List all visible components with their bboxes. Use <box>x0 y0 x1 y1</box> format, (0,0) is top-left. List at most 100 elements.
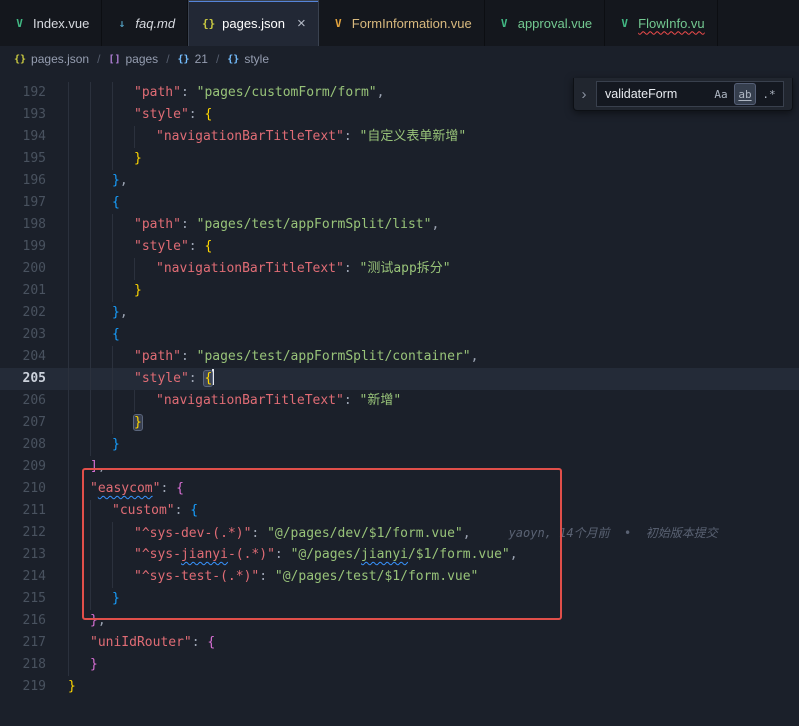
code-line-201[interactable]: 201} <box>0 280 799 302</box>
code-line-196[interactable]: 196}, <box>0 170 799 192</box>
code-line-211[interactable]: 211"custom": { <box>0 500 799 522</box>
line-content: "path": "pages/customForm/form", <box>68 82 384 104</box>
code-line-215[interactable]: 215} <box>0 588 799 610</box>
editor[interactable]: 192"path": "pages/customForm/form",193"s… <box>0 72 799 726</box>
vscode-window: VIndex.vue↓faq.md{}pages.json×VFormInfor… <box>0 0 799 726</box>
close-icon[interactable]: × <box>297 16 306 31</box>
code-line-216[interactable]: 216}, <box>0 610 799 632</box>
code-line-207[interactable]: 207} <box>0 412 799 434</box>
code-line-213[interactable]: 213"^sys-jianyi-(.*)": "@/pages/jianyi/$… <box>0 544 799 566</box>
tab-pages-json[interactable]: {}pages.json× <box>188 0 319 46</box>
line-content: { <box>68 324 120 346</box>
regex-button[interactable]: .* <box>759 84 779 104</box>
line-number: 194 <box>0 126 46 148</box>
match-case-button[interactable]: Aa <box>711 84 731 104</box>
line-number: 208 <box>0 434 46 456</box>
code-line-200[interactable]: 200 "navigationBarTitleText": "测试app拆分" <box>0 258 799 280</box>
line-number: 212 <box>0 522 46 544</box>
line-number: 205 <box>0 368 46 390</box>
line-content: }, <box>68 302 128 324</box>
breadcrumb-label: pages <box>125 52 158 66</box>
breadcrumb-separator: / <box>166 52 169 66</box>
code-line-214[interactable]: 214"^sys-test-(.*)": "@/pages/test/$1/fo… <box>0 566 799 588</box>
code-line-208[interactable]: 208} <box>0 434 799 456</box>
line-number: 217 <box>0 632 46 654</box>
tab-forminformation-vue[interactable]: V FormInformation.vue <box>319 0 485 46</box>
code-line-210[interactable]: 210 "easycom": { <box>0 478 799 500</box>
line-content: "uniIdRouter": { <box>68 632 215 654</box>
code-line-198[interactable]: 198"path": "pages/test/appFormSplit/list… <box>0 214 799 236</box>
line-content: }, <box>68 170 128 192</box>
line-number: 197 <box>0 192 46 214</box>
object-icon: {} <box>227 54 239 65</box>
find-input[interactable]: validateForm Aa ab .* <box>596 81 784 107</box>
tab-faq-md[interactable]: ↓faq.md <box>102 0 188 46</box>
tab-index-vue[interactable]: VIndex.vue <box>0 0 102 46</box>
line-content: "^sys-jianyi-(.*)": "@/pages/jianyi/$1/f… <box>68 544 518 566</box>
line-number: 192 <box>0 82 46 104</box>
tab-approval-vue[interactable]: Vapproval.vue <box>485 0 605 46</box>
vue-icon: V <box>331 17 346 30</box>
json-icon: {} <box>14 54 26 65</box>
code-line-212[interactable]: 212"^sys-dev-(.*)": "@/pages/dev/$1/form… <box>0 522 799 544</box>
code-line-197[interactable]: 197 { <box>0 192 799 214</box>
line-content: { <box>68 192 120 214</box>
breadcrumb-item-21[interactable]: {}21 <box>178 52 208 66</box>
line-content: "style": { <box>68 236 212 258</box>
code-line-202[interactable]: 202}, <box>0 302 799 324</box>
line-content: } <box>68 280 142 302</box>
code-line-205[interactable]: 205 "style": { <box>0 368 799 390</box>
line-number: 198 <box>0 214 46 236</box>
git-blame-annotation: yaoyn, 14个月前 • 初始版本提交 <box>509 526 718 540</box>
line-number: 203 <box>0 324 46 346</box>
code-line-195[interactable]: 195} <box>0 148 799 170</box>
line-content: "easycom": { <box>68 478 184 500</box>
vue-icon: V <box>12 17 27 30</box>
array-icon: [] <box>108 54 120 65</box>
code-line-203[interactable]: 203 { <box>0 324 799 346</box>
line-number: 210 <box>0 478 46 500</box>
text-cursor <box>212 369 214 385</box>
breadcrumb-separator: / <box>97 52 100 66</box>
vue-icon: V <box>617 17 632 30</box>
code-line-219[interactable]: 219} <box>0 676 799 698</box>
line-number: 199 <box>0 236 46 258</box>
line-number: 216 <box>0 610 46 632</box>
code-line-206[interactable]: 206"navigationBarTitleText": "新增" <box>0 390 799 412</box>
line-content: "navigationBarTitleText": "测试app拆分" <box>68 258 451 280</box>
code-line-209[interactable]: 209], <box>0 456 799 478</box>
line-content: "style": { <box>68 368 214 390</box>
code-area: 192"path": "pages/customForm/form",193"s… <box>0 82 799 698</box>
code-line-218[interactable]: 218} <box>0 654 799 676</box>
tab-label: FormInformation.vue <box>352 16 472 31</box>
tab-flowinfo-vu[interactable]: VFlowInfo.vu <box>605 0 717 46</box>
code-line-199[interactable]: 199 "style": { <box>0 236 799 258</box>
line-number: 218 <box>0 654 46 676</box>
breadcrumb-label: style <box>244 52 269 66</box>
line-content: }, <box>68 610 106 632</box>
breadcrumb-item-pages.json[interactable]: {}pages.json <box>14 52 89 66</box>
line-number: 204 <box>0 346 46 368</box>
line-content: "^sys-test-(.*)": "@/pages/test/$1/form.… <box>68 566 478 588</box>
code-line-217[interactable]: 217 "uniIdRouter": { <box>0 632 799 654</box>
line-number: 219 <box>0 676 46 698</box>
md-icon: ↓ <box>114 17 129 30</box>
breadcrumb-item-pages[interactable]: [] pages <box>108 52 158 66</box>
breadcrumb-separator: / <box>216 52 219 66</box>
line-content: } <box>68 654 98 676</box>
breadcrumb-item-style[interactable]: {} style <box>227 52 269 66</box>
line-number: 202 <box>0 302 46 324</box>
find-query-text[interactable]: validateForm <box>601 87 708 101</box>
code-line-194[interactable]: 194"navigationBarTitleText": "自定义表单新增" <box>0 126 799 148</box>
chevron-right-icon[interactable]: › <box>578 86 590 103</box>
line-content: "navigationBarTitleText": "新增" <box>68 390 401 412</box>
code-line-204[interactable]: 204"path": "pages/test/appFormSplit/cont… <box>0 346 799 368</box>
line-number: 201 <box>0 280 46 302</box>
line-content: ], <box>68 456 106 478</box>
breadcrumb: {}pages.json / [] pages / {}21 / {} style <box>0 46 799 72</box>
line-number: 211 <box>0 500 46 522</box>
line-number: 200 <box>0 258 46 280</box>
tab-label: pages.json <box>222 16 285 31</box>
whole-word-button[interactable]: ab <box>734 83 756 105</box>
line-content: } <box>68 588 120 610</box>
